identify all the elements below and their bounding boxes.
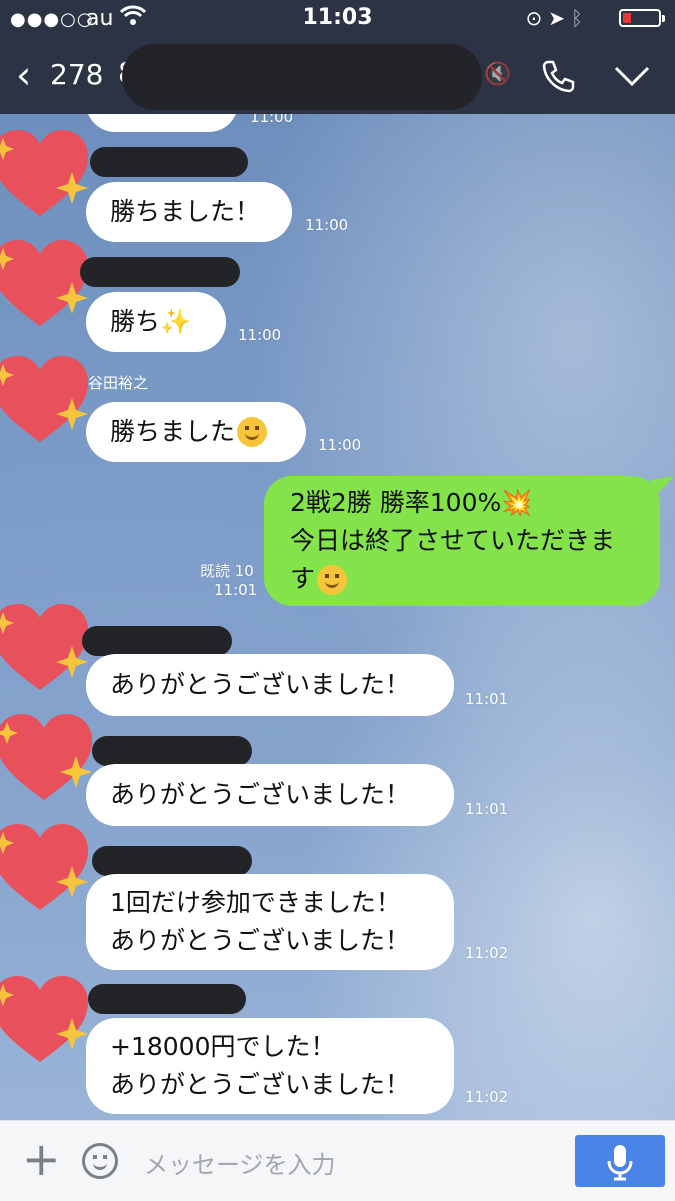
- message-bubble[interactable]: ありがとうございました！: [86, 654, 454, 716]
- redacted-title: [122, 44, 482, 110]
- message-line: 1回だけ参加できました！: [110, 888, 401, 917]
- rotation-lock-icon: ⊙: [525, 6, 549, 30]
- heart-avatar-icon[interactable]: [0, 818, 90, 918]
- heart-avatar-icon[interactable]: [0, 708, 94, 808]
- message-bubble[interactable]: 勝ち✨: [86, 292, 226, 352]
- microphone-icon: [607, 1145, 633, 1181]
- phone-icon[interactable]: [538, 56, 578, 96]
- message-line: +18000円でした！: [110, 1032, 336, 1061]
- message-time: 11:01: [465, 800, 509, 818]
- heart-avatar-icon[interactable]: [0, 234, 90, 334]
- redacted-sender-name: [80, 257, 240, 287]
- chat-header: ‹ 278 8 🔇: [0, 40, 675, 114]
- redacted-sender-name: [92, 846, 252, 876]
- sender-name: 谷田裕之: [88, 374, 149, 392]
- grinning-emoji-icon: [317, 565, 348, 595]
- heart-avatar-icon[interactable]: [0, 598, 90, 698]
- message-time: 11:01: [465, 690, 509, 708]
- message-line: ありがとうございました！: [110, 1070, 411, 1099]
- message-text: 勝ち✨: [110, 307, 192, 336]
- heart-avatar-icon[interactable]: [0, 124, 90, 224]
- battery-icon: [619, 9, 665, 27]
- message-bubble[interactable]: 勝ちました: [86, 402, 306, 462]
- message-bubble[interactable]: 勝ちました！: [86, 182, 292, 242]
- message-text: 勝ちました！: [110, 197, 261, 226]
- back-icon[interactable]: ‹: [16, 56, 31, 94]
- redacted-sender-name: [90, 147, 248, 177]
- chevron-down-icon[interactable]: [610, 54, 654, 98]
- message-input-bar: + メッセージを入力: [0, 1120, 675, 1201]
- redacted-sender-name: [82, 626, 232, 656]
- message-line: 2戦2勝 勝率100%💥: [290, 488, 533, 517]
- read-receipt: 既読 10: [200, 562, 254, 580]
- message-bubble[interactable]: 1回だけ参加できました！ ありがとうございました！: [86, 874, 454, 970]
- message-time: 11:01: [214, 581, 258, 599]
- message-input[interactable]: メッセージを入力: [144, 1145, 336, 1180]
- message-time: 11:00: [305, 216, 349, 234]
- heart-avatar-icon[interactable]: [0, 970, 90, 1070]
- heart-avatar-icon[interactable]: [0, 350, 90, 450]
- status-bar: ●●●○○ au 11:03 ⊙➤ᛒ: [0, 0, 675, 40]
- message-bubble[interactable]: +18000円でした！ ありがとうございました！: [86, 1018, 454, 1114]
- emoji-icon[interactable]: [82, 1143, 118, 1179]
- message-time: 11:00: [250, 114, 294, 126]
- message-text: 勝ちました: [110, 417, 236, 446]
- message-text: ありがとうございました！: [110, 670, 411, 699]
- message-bubble[interactable]: [86, 114, 238, 132]
- unread-count[interactable]: 278: [50, 58, 103, 91]
- message-time: 11:02: [465, 944, 509, 962]
- message-time: 11:00: [238, 326, 282, 344]
- message-line: 今日は終了させていただきま: [290, 526, 616, 555]
- message-time: 11:00: [318, 436, 362, 454]
- redacted-sender-name: [92, 736, 252, 766]
- bluetooth-icon: ᛒ: [571, 6, 589, 30]
- chat-area[interactable]: 11:00 勝ちました！ 11:00 勝ち✨ 11:00 谷田裕之 勝ちました …: [0, 114, 675, 1120]
- message-line: ありがとうございました！: [110, 926, 411, 955]
- outgoing-message-bubble[interactable]: 2戦2勝 勝率100%💥 今日は終了させていただきま す: [264, 476, 660, 606]
- message-time: 11:02: [465, 1088, 509, 1106]
- mute-icon: 🔇: [484, 62, 512, 87]
- message-text: ありがとうございました！: [110, 780, 411, 809]
- plus-icon[interactable]: +: [22, 1136, 61, 1182]
- message-line: す: [290, 560, 348, 598]
- location-icon: ➤: [548, 6, 571, 30]
- bubble-tail: [650, 476, 674, 496]
- redacted-sender-name: [88, 984, 246, 1014]
- message-bubble[interactable]: ありがとうございました！: [86, 764, 454, 826]
- mic-button[interactable]: [575, 1135, 665, 1187]
- smiling-emoji-icon: [237, 417, 268, 447]
